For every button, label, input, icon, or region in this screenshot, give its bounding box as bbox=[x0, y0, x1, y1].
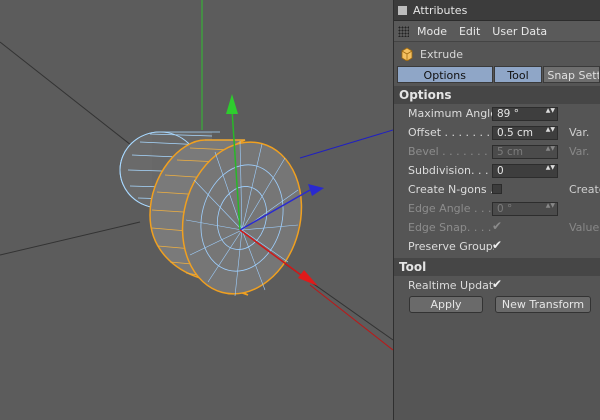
3d-viewport[interactable] bbox=[0, 0, 393, 420]
options-section-header[interactable]: Options bbox=[394, 86, 600, 104]
bevel-row: Bevel . . . . . . . . 5 cm ▲▼ Var. bbox=[394, 142, 600, 161]
offset-field[interactable]: 0.5 cm ▲▼ bbox=[492, 125, 558, 140]
create-ngons-row: Create N-gons . Create bbox=[394, 180, 600, 199]
tool-section-header[interactable]: Tool bbox=[394, 258, 600, 276]
max-angle-value: 89 ° bbox=[497, 107, 519, 120]
spinner-icon[interactable]: ▲▼ bbox=[546, 107, 555, 114]
panel-title: Attributes bbox=[413, 3, 468, 17]
bevel-label: Bevel . . . . . . . . bbox=[408, 145, 494, 158]
attributes-titlebar: Attributes bbox=[394, 0, 600, 21]
panel-menu-icon[interactable] bbox=[398, 5, 407, 15]
value-side-label: Value bbox=[569, 221, 600, 234]
subdivision-label: Subdivision. . . . bbox=[408, 164, 494, 177]
tab-tool[interactable]: Tool bbox=[493, 66, 543, 83]
edge-angle-field: 0 ° ▲▼ bbox=[492, 201, 558, 216]
offset-value: 0.5 cm bbox=[497, 126, 534, 139]
viewport-scene bbox=[0, 0, 393, 351]
preserve-groups-label: Preserve Groups bbox=[408, 240, 494, 253]
menu-user-data[interactable]: User Data bbox=[492, 25, 547, 38]
new-transform-button[interactable]: New Transform bbox=[495, 296, 591, 313]
extrude-tool-icon bbox=[401, 47, 413, 61]
create-ngons-label: Create N-gons . bbox=[408, 183, 494, 196]
subdivision-field[interactable]: 0 ▲▼ bbox=[492, 163, 558, 178]
subdivision-row: Subdivision. . . . 0 ▲▼ bbox=[394, 161, 600, 180]
edge-snap-check-icon: ✔ bbox=[492, 219, 503, 233]
grid-line bbox=[0, 221, 141, 256]
menu-mode[interactable]: Mode bbox=[417, 25, 447, 38]
object-header: Extrude bbox=[394, 42, 600, 66]
tab-options[interactable]: Options bbox=[397, 66, 493, 83]
edge-snap-row: Edge Snap. . . . ✔ Value bbox=[394, 218, 600, 237]
tab-snap-settings[interactable]: Snap Settings bbox=[543, 66, 600, 83]
edge-angle-value: 0 ° bbox=[497, 202, 513, 215]
menu-edit[interactable]: Edit bbox=[459, 25, 480, 38]
max-angle-row: Maximum Angle 89 ° ▲▼ bbox=[394, 104, 600, 123]
preserve-groups-row: Preserve Groups ✔ bbox=[394, 237, 600, 256]
max-angle-field[interactable]: 89 ° ▲▼ bbox=[492, 106, 558, 121]
bevel-field: 5 cm ▲▼ bbox=[492, 144, 558, 159]
object-name: Extrude bbox=[420, 47, 464, 61]
subdivision-value: 0 bbox=[497, 164, 504, 177]
max-angle-label: Maximum Angle bbox=[408, 107, 494, 120]
tab-bar: Options Tool Snap Settings bbox=[397, 66, 600, 84]
bevel-value: 5 cm bbox=[497, 145, 524, 158]
bevel-var-label: Var. bbox=[569, 145, 590, 158]
edge-snap-label: Edge Snap. . . . bbox=[408, 221, 492, 234]
realtime-update-check-icon[interactable]: ✔ bbox=[492, 277, 502, 291]
grip-icon[interactable] bbox=[398, 25, 409, 37]
offset-var-label: Var. bbox=[569, 126, 590, 139]
attributes-panel: Attributes Mode Edit User Data Extrude O… bbox=[393, 0, 600, 420]
spinner-icon: ▲▼ bbox=[545, 144, 555, 152]
spinner-icon[interactable]: ▲▼ bbox=[546, 164, 555, 171]
tool-buttons-row: Apply New Transform bbox=[394, 295, 600, 314]
realtime-update-label: Realtime Update bbox=[408, 279, 494, 292]
menu-bar: Mode Edit User Data bbox=[394, 21, 600, 42]
create-side-label: Create bbox=[569, 183, 600, 196]
spinner-icon[interactable]: ▲▼ bbox=[546, 126, 555, 133]
grid-line bbox=[0, 41, 151, 161]
edge-angle-label: Edge Angle . . . bbox=[408, 202, 492, 215]
offset-row: Offset . . . . . . . . 0.5 cm ▲▼ Var. bbox=[394, 123, 600, 142]
realtime-update-row: Realtime Update ✔ bbox=[394, 276, 600, 295]
spinner-icon: ▲▼ bbox=[545, 201, 555, 209]
apply-button[interactable]: Apply bbox=[409, 296, 483, 313]
create-ngons-checkbox[interactable] bbox=[492, 184, 502, 194]
preserve-groups-check-icon[interactable]: ✔ bbox=[492, 238, 502, 252]
front-disk bbox=[149, 139, 303, 297]
edge-angle-row: Edge Angle . . . 0 ° ▲▼ bbox=[394, 199, 600, 218]
world-axis-z bbox=[299, 129, 393, 159]
offset-label: Offset . . . . . . . . bbox=[408, 126, 494, 139]
